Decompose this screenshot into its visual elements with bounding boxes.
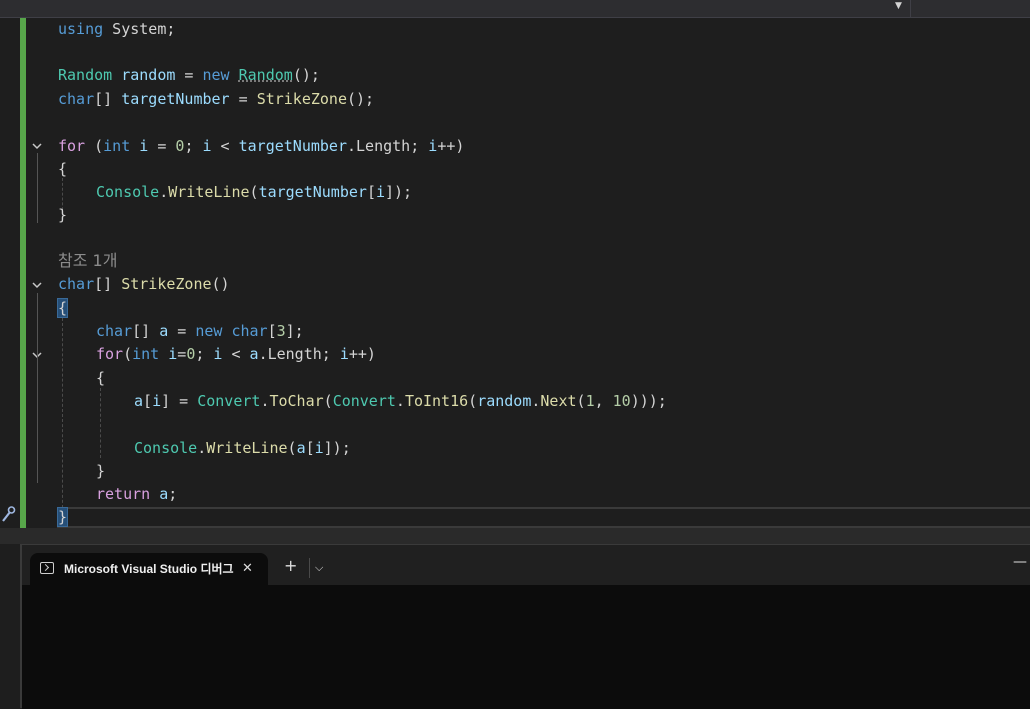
current-line-highlight	[57, 507, 1030, 528]
code-line-11: for(int i=0; i < a.Length; i++)	[96, 345, 376, 363]
code-line-10: char[] a = new char[3];	[96, 322, 304, 340]
code-line-7: }	[58, 206, 68, 224]
fold-chevron-icon[interactable]	[31, 279, 43, 291]
indent-guide	[100, 388, 101, 458]
code-line-2: Random random = new Random();	[58, 66, 320, 84]
code-line-17: }	[56, 507, 69, 527]
new-tab-button[interactable]: +	[284, 555, 297, 577]
code-line-5: {	[58, 160, 68, 178]
horizontal-scrollbar[interactable]	[0, 528, 1030, 544]
chevron-down-icon[interactable]: ⌵	[315, 557, 323, 579]
code-line-3: char[] targetNumber = StrikeZone();	[58, 90, 375, 108]
terminal-output[interactable]	[22, 585, 1030, 709]
tab-label: Microsoft Visual Studio 디버그	[64, 562, 234, 576]
editor-tab-bar: ▼	[0, 0, 1030, 18]
code-line-13: a[i] = Convert.ToChar(Convert.ToInt16(ra…	[134, 392, 667, 410]
console-icon	[40, 562, 54, 574]
debug-console-window: Microsoft Visual Studio 디버그 ✕ + ⌵ —	[20, 544, 1030, 709]
indent-guide	[62, 318, 63, 513]
tab-debug-console[interactable]: Microsoft Visual Studio 디버그 ✕	[30, 553, 268, 585]
code-line-14: Console.WriteLine(a[i]);	[134, 439, 351, 457]
fold-region-line	[37, 153, 38, 223]
code-editor[interactable]: using System; Random random = new Random…	[0, 18, 1030, 528]
change-tracking-bar	[20, 18, 26, 528]
fold-region-line	[37, 293, 38, 483]
tab-bar-divider	[910, 0, 911, 17]
codelens-references[interactable]: 참조 1개	[58, 249, 117, 272]
chevron-down-icon[interactable]: ▼	[895, 1, 902, 11]
code-line-15: }	[96, 462, 106, 480]
tab-divider	[309, 558, 310, 578]
fold-chevron-icon[interactable]	[31, 140, 43, 152]
code-line-9: {	[56, 298, 69, 318]
code-line-12: {	[96, 369, 106, 387]
code-line-1: using System;	[58, 20, 176, 38]
code-line-16: return a;	[96, 485, 178, 503]
minimize-button[interactable]: —	[1013, 551, 1027, 573]
terminal-tab-strip: Microsoft Visual Studio 디버그 ✕ + ⌵ —	[22, 545, 1030, 585]
close-icon[interactable]: ✕	[242, 553, 253, 585]
code-line-4: for (int i = 0; i < targetNumber.Length;…	[58, 137, 465, 155]
quick-actions-icon[interactable]	[0, 504, 16, 528]
code-line-6: Console.WriteLine(targetNumber[i]);	[96, 183, 413, 201]
code-line-8: char[] StrikeZone()	[58, 275, 230, 293]
